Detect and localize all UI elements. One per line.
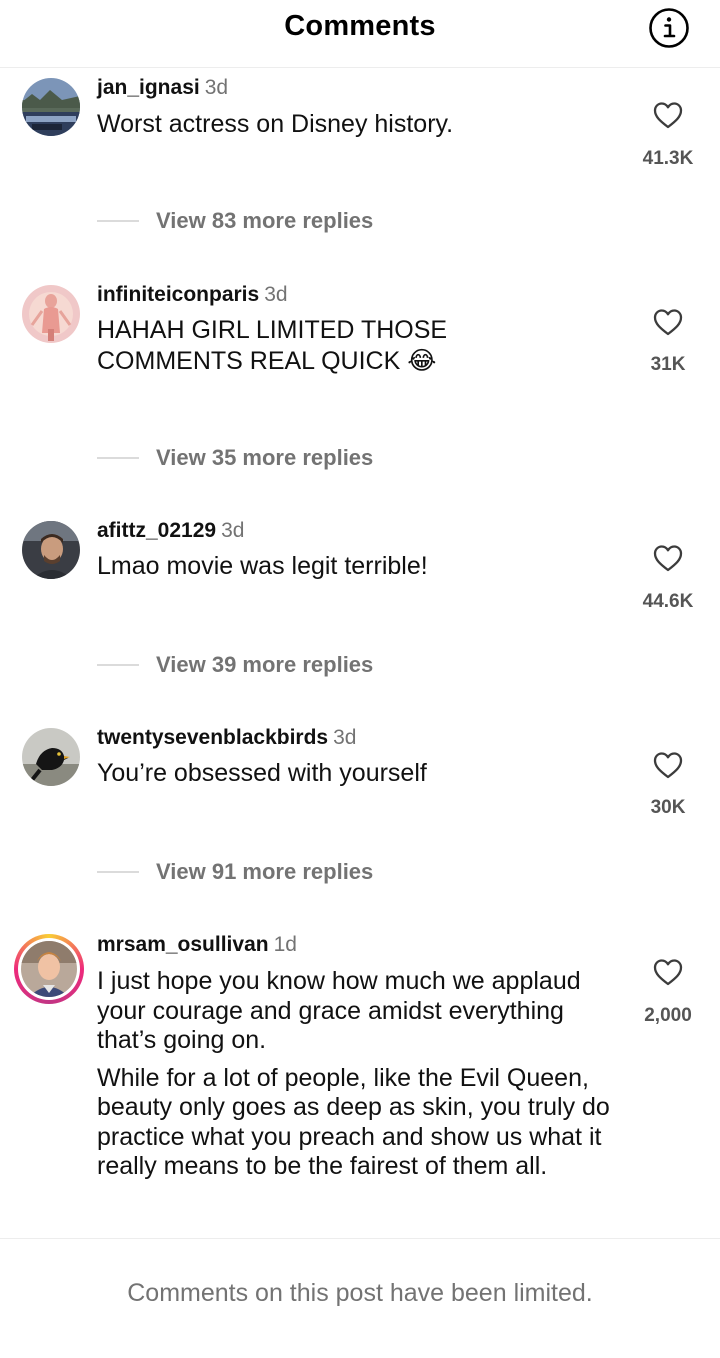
replies-divider (97, 219, 139, 222)
comment-text: HAHAH GIRL LIMITED THOSE COMMENTS REAL Q… (97, 316, 448, 375)
heart-outline-icon (653, 102, 683, 129)
avatar[interactable] (22, 521, 80, 579)
view-replies-button[interactable]: View 35 more replies (97, 445, 373, 471)
heart-outline-icon (653, 309, 683, 336)
view-replies-button[interactable]: View 91 more replies (97, 859, 373, 885)
view-replies-button[interactable]: View 83 more replies (97, 208, 373, 234)
like-button[interactable] (628, 101, 708, 129)
replies-divider (97, 663, 139, 666)
like-button[interactable] (628, 958, 708, 986)
story-ring-avatar[interactable] (14, 934, 84, 1004)
like-button[interactable] (628, 544, 708, 572)
comment-time: 3d (264, 283, 288, 306)
comment-username[interactable]: mrsam_osullivan (97, 933, 269, 956)
heart-outline-icon (653, 752, 683, 779)
avatar (21, 941, 77, 997)
comment-time: 1d (273, 933, 297, 956)
avatar[interactable] (22, 285, 80, 343)
info-icon (649, 8, 689, 48)
heart-outline-icon (653, 545, 683, 572)
comments-limited-notice: Comments on this post have been limited. (127, 1279, 593, 1307)
replies-divider (97, 456, 139, 459)
comment-time: 3d (221, 519, 245, 542)
comment-username[interactable]: jan_ignasi (97, 76, 200, 99)
page-title: Comments (284, 10, 436, 42)
laughing-emoji: 😂 (407, 345, 437, 375)
avatar[interactable] (22, 78, 80, 136)
like-count: 41.3K (642, 148, 694, 169)
like-count: 2,000 (644, 1005, 692, 1026)
replies-divider (97, 870, 139, 873)
heart-outline-icon (653, 959, 683, 986)
like-count: 31K (650, 354, 686, 375)
avatar[interactable] (22, 728, 80, 786)
comment-text: Lmao movie was legit terrible! (97, 552, 428, 580)
like-count: 30K (650, 797, 686, 818)
comment-username[interactable]: infiniteiconparis (97, 283, 259, 306)
comments-header: Comments (0, 0, 720, 68)
like-button[interactable] (628, 751, 708, 779)
comment-text: Worst actress on Disney history. (97, 110, 454, 138)
like-count: 44.6K (642, 591, 694, 612)
like-button[interactable] (628, 308, 708, 336)
comment-text: I just hope you know how much we applaud… (97, 967, 610, 1180)
comment-username[interactable]: afittz_02129 (97, 519, 216, 542)
comments-limited-footer: Comments on this post have been limited. (0, 1238, 720, 1358)
comment-username[interactable]: twentysevenblackbirds (97, 726, 328, 749)
view-replies-button[interactable]: View 39 more replies (97, 652, 373, 678)
comment-text: You’re obsessed with yourself (97, 759, 427, 787)
comment-time: 3d (204, 76, 229, 99)
comment-time: 3d (333, 726, 357, 749)
info-button[interactable] (648, 7, 690, 49)
